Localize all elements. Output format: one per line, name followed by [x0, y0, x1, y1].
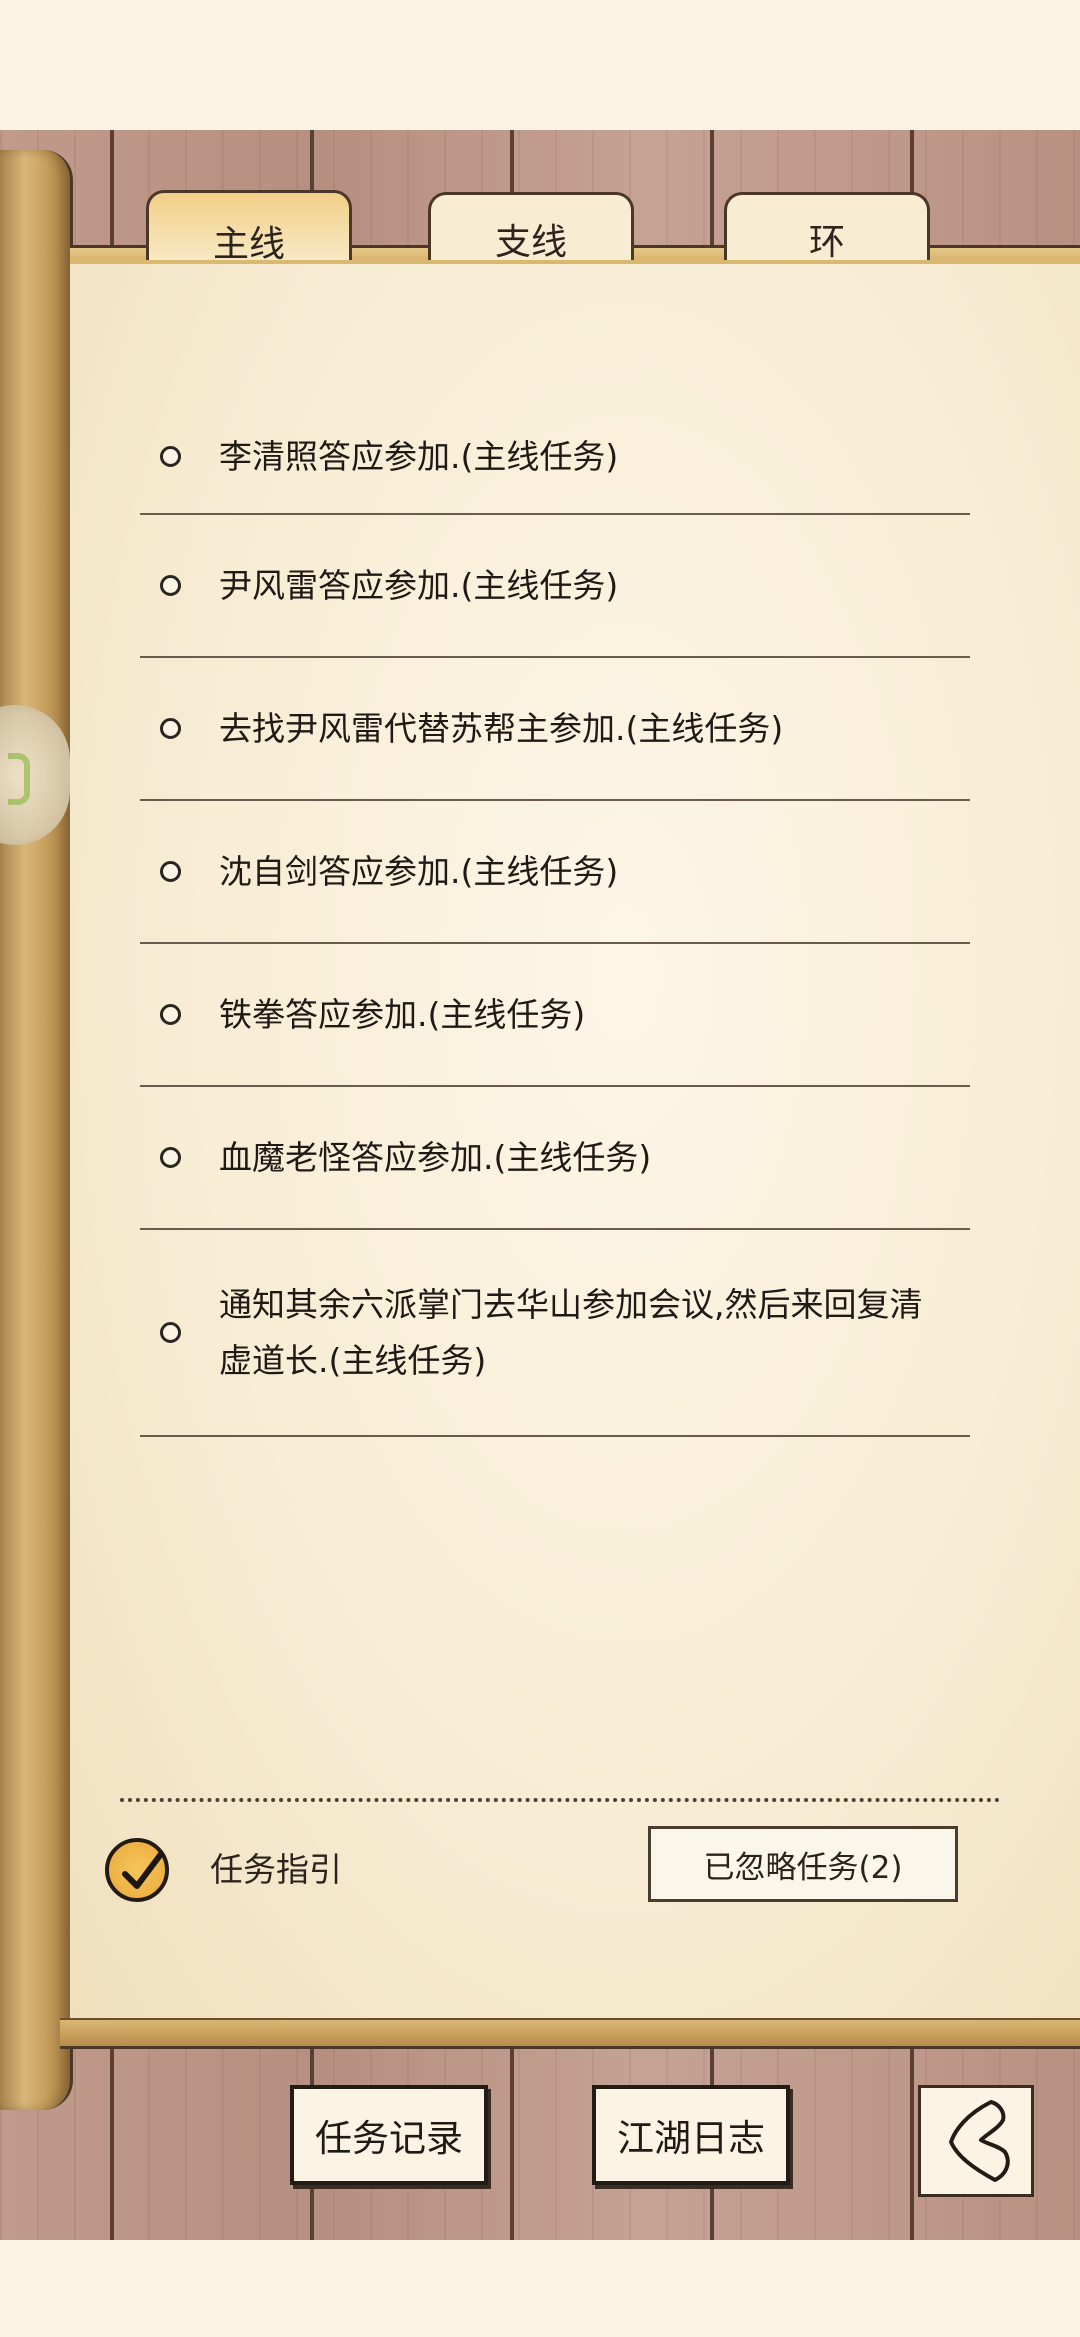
tab-ring-label: 环: [808, 222, 845, 263]
jianghu-log-button[interactable]: 江湖日志: [592, 2085, 790, 2185]
bullet-icon: [160, 446, 181, 467]
bullet-icon: [160, 718, 181, 739]
list-item[interactable]: 通知其余六派掌门去华山参加会议,然后来回复清虚道长.(主线任务): [140, 1230, 970, 1437]
bottom-blank-area: [0, 2240, 1080, 2337]
task-list: 李清照答应参加.(主线任务) 尹风雷答应参加.(主线任务) 去找尹风雷代替苏帮主…: [140, 400, 970, 1437]
list-item[interactable]: 血魔老怪答应参加.(主线任务): [140, 1087, 970, 1230]
scroll-bottom-trim: [60, 2018, 1080, 2049]
jianghu-log-label: 江湖日志: [617, 2117, 765, 2160]
footer-divider: [120, 1798, 1000, 1802]
task-text: 通知其余六派掌门去华山参加会议,然后来回复清虚道长.(主线任务): [219, 1284, 923, 1380]
list-item[interactable]: 沈自剑答应参加.(主线任务): [140, 801, 970, 944]
task-text: 尹风雷答应参加.(主线任务): [219, 565, 619, 605]
bullet-icon: [160, 861, 181, 882]
list-item[interactable]: 李清照答应参加.(主线任务): [140, 400, 970, 515]
list-item[interactable]: 去找尹风雷代替苏帮主参加.(主线任务): [140, 658, 970, 801]
scroll-roller: [0, 150, 73, 2110]
bullet-icon: [160, 1322, 181, 1343]
bullet-icon: [160, 1004, 181, 1025]
list-item[interactable]: 铁拳答应参加.(主线任务): [140, 944, 970, 1087]
bullet-icon: [160, 1147, 181, 1168]
back-button[interactable]: [918, 2085, 1034, 2197]
task-text: 铁拳答应参加.(主线任务): [219, 994, 586, 1034]
task-record-label: 任务记录: [315, 2117, 463, 2160]
task-record-button[interactable]: 任务记录: [290, 2085, 488, 2185]
top-blank-area: [0, 0, 1080, 130]
ignored-tasks-label: 已忽略任务(2): [703, 1849, 903, 1886]
back-arrow-icon: [949, 2100, 1010, 2182]
checkmark-icon: [122, 1851, 164, 1889]
side-badge-mark: [8, 753, 30, 805]
tab-side-label: 支线: [494, 222, 567, 263]
ignored-tasks-button[interactable]: 已忽略任务(2): [648, 1826, 958, 1902]
task-text: 血魔老怪答应参加.(主线任务): [219, 1137, 652, 1177]
guide-checkbox[interactable]: [105, 1838, 169, 1902]
task-text: 去找尹风雷代替苏帮主参加.(主线任务): [219, 708, 784, 748]
bullet-icon: [160, 575, 181, 596]
list-item[interactable]: 尹风雷答应参加.(主线任务): [140, 515, 970, 658]
task-text: 沈自剑答应参加.(主线任务): [219, 851, 619, 891]
task-text: 李清照答应参加.(主线任务): [219, 436, 619, 476]
guide-label: 任务指引: [210, 1850, 342, 1889]
